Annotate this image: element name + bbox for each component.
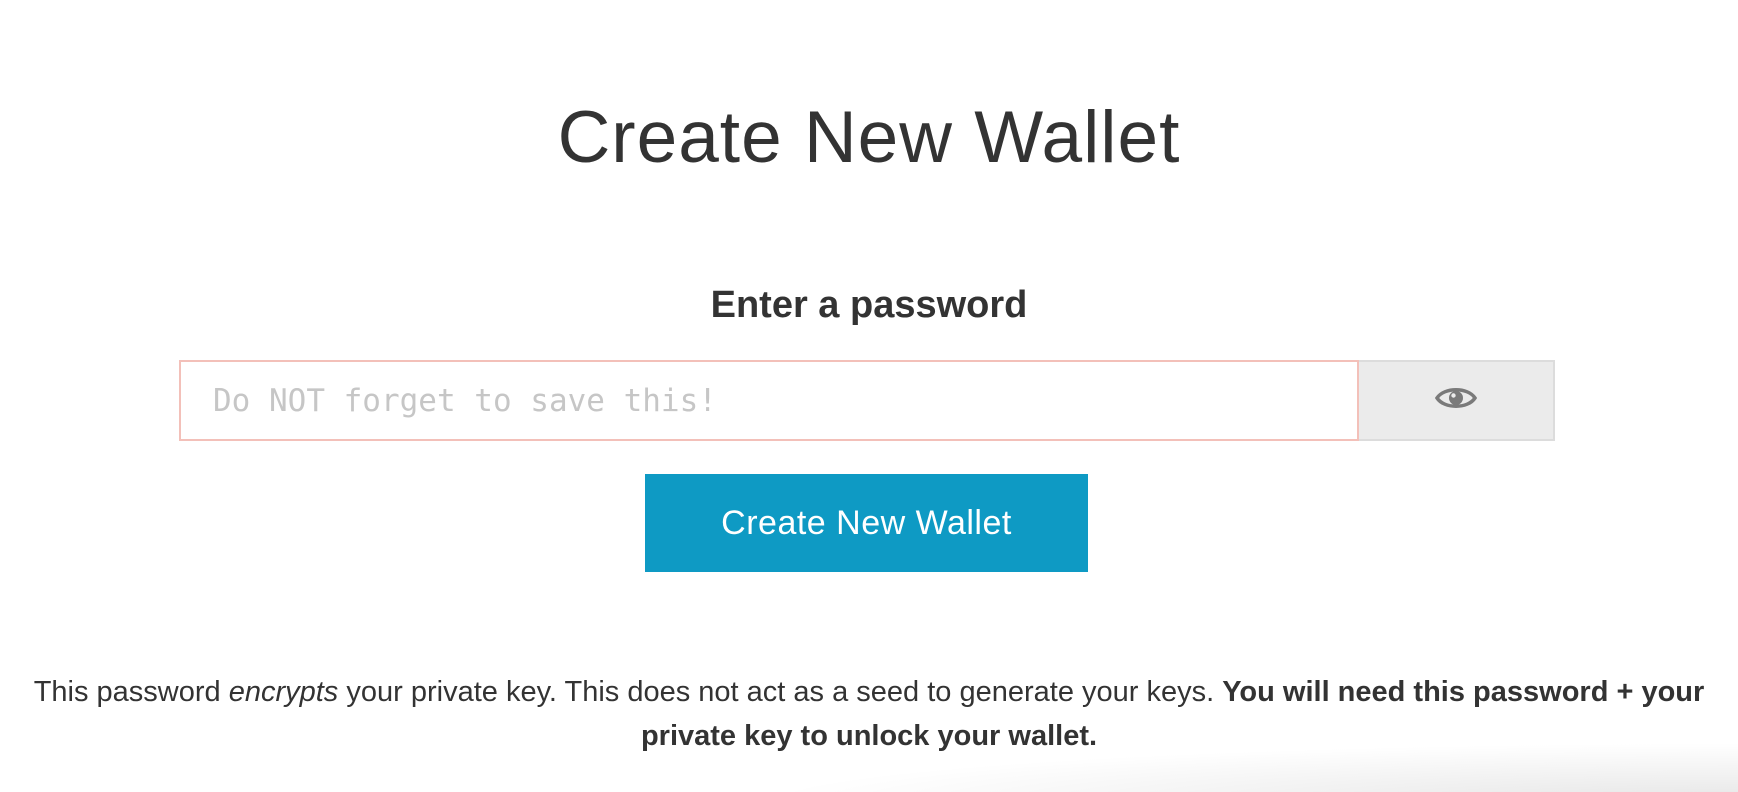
note-text-middle: your private key. This does not act as a…: [338, 676, 1223, 708]
password-input-group: [179, 360, 1555, 441]
note-emphasis: encrypts: [228, 676, 339, 708]
password-heading: Enter a password: [710, 284, 1028, 326]
create-wallet-page: Create New Wallet Enter a password Creat…: [0, 0, 1738, 792]
note-text-start: This password: [33, 676, 229, 708]
eye-icon: [1434, 384, 1478, 417]
password-input[interactable]: [179, 360, 1359, 441]
show-password-toggle[interactable]: [1359, 360, 1555, 441]
page-title: Create New Wallet: [557, 97, 1181, 178]
password-note: This password encrypts your private key.…: [20, 670, 1718, 758]
create-new-wallet-button[interactable]: Create New Wallet: [645, 474, 1088, 572]
